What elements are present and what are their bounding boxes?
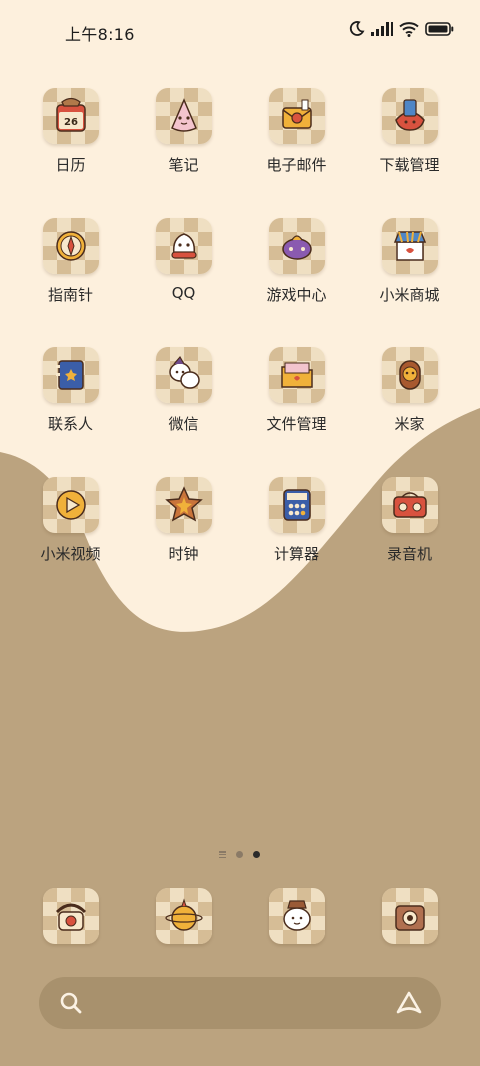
page-dot-1[interactable] — [236, 851, 243, 858]
page-dot-2[interactable] — [253, 851, 260, 858]
app-calculator[interactable]: 计算器 — [240, 477, 353, 564]
dock-browser[interactable] — [127, 888, 240, 944]
app-label: 联系人 — [47, 415, 93, 433]
dock-messages[interactable] — [240, 888, 353, 944]
shop-icon[interactable] — [381, 218, 438, 274]
svg-text:26: 26 — [64, 117, 78, 128]
search-icon[interactable] — [59, 991, 83, 1015]
app-label: 小米商城 — [379, 286, 440, 304]
page-indicator — [219, 851, 260, 858]
qq-icon[interactable] — [155, 218, 212, 274]
download-icon[interactable] — [381, 88, 438, 144]
app-game-center[interactable]: 游戏中心 — [240, 218, 353, 305]
xiaoai-assistant-icon[interactable] — [395, 990, 423, 1016]
phone-icon[interactable] — [42, 888, 99, 944]
app-label: 日历 — [55, 156, 86, 174]
app-clock[interactable]: 时钟 — [127, 477, 240, 564]
notes-icon[interactable] — [155, 88, 212, 144]
app-label: 下载管理 — [379, 156, 440, 174]
messages-icon[interactable] — [268, 888, 325, 944]
signal-icon — [371, 21, 393, 36]
mijia-icon[interactable] — [381, 347, 438, 403]
app-files[interactable]: 文件管理 — [240, 347, 353, 434]
minus-one-page-icon[interactable] — [219, 851, 226, 858]
app-label: 电子邮件 — [266, 156, 327, 174]
app-label: 笔记 — [168, 156, 199, 174]
app-compass[interactable]: 指南针 — [14, 218, 127, 305]
app-label: QQ — [171, 284, 196, 302]
clock-icon[interactable] — [155, 477, 212, 533]
app-label: 米家 — [394, 415, 425, 433]
app-recorder[interactable]: 录音机 — [353, 477, 466, 564]
app-contacts[interactable]: 联系人 — [14, 347, 127, 434]
search-bar[interactable] — [39, 977, 441, 1029]
app-label: 文件管理 — [266, 415, 327, 433]
dock — [14, 888, 466, 946]
app-mijia[interactable]: 米家 — [353, 347, 466, 434]
battery-icon — [425, 21, 454, 36]
contacts-icon[interactable] — [42, 347, 99, 403]
wechat-icon[interactable] — [155, 347, 212, 403]
app-download[interactable]: 下载管理 — [353, 88, 466, 175]
app-video[interactable]: 小米视频 — [14, 477, 127, 564]
app-calendar[interactable]: 26 日历 — [14, 88, 127, 175]
app-label: 微信 — [168, 415, 199, 433]
app-qq[interactable]: QQ — [127, 218, 240, 302]
game-center-icon[interactable] — [268, 218, 325, 274]
app-label: 录音机 — [386, 545, 432, 563]
video-icon[interactable] — [42, 477, 99, 533]
app-label: 小米视频 — [40, 545, 101, 563]
app-label: 指南针 — [47, 286, 93, 304]
browser-icon[interactable] — [155, 888, 212, 944]
mail-icon[interactable] — [268, 88, 325, 144]
compass-icon[interactable] — [42, 218, 99, 274]
app-label: 时钟 — [168, 545, 199, 563]
camera-icon[interactable] — [381, 888, 438, 944]
moon-icon — [349, 21, 365, 36]
wifi-icon — [399, 21, 419, 37]
app-mail[interactable]: 电子邮件 — [240, 88, 353, 175]
app-label: 计算器 — [273, 545, 319, 563]
dock-phone[interactable] — [14, 888, 127, 944]
app-shop[interactable]: 小米商城 — [353, 218, 466, 305]
recorder-icon[interactable] — [381, 477, 438, 533]
status-bar: 上午8:16 — [0, 0, 480, 62]
app-wechat[interactable]: 微信 — [127, 347, 240, 434]
files-icon[interactable] — [268, 347, 325, 403]
status-time: 上午8:16 — [65, 25, 135, 44]
calculator-icon[interactable] — [268, 477, 325, 533]
calendar-icon[interactable]: 26 — [42, 88, 99, 144]
dock-camera[interactable] — [353, 888, 466, 944]
app-label: 游戏中心 — [266, 286, 327, 304]
app-notes[interactable]: 笔记 — [127, 88, 240, 175]
